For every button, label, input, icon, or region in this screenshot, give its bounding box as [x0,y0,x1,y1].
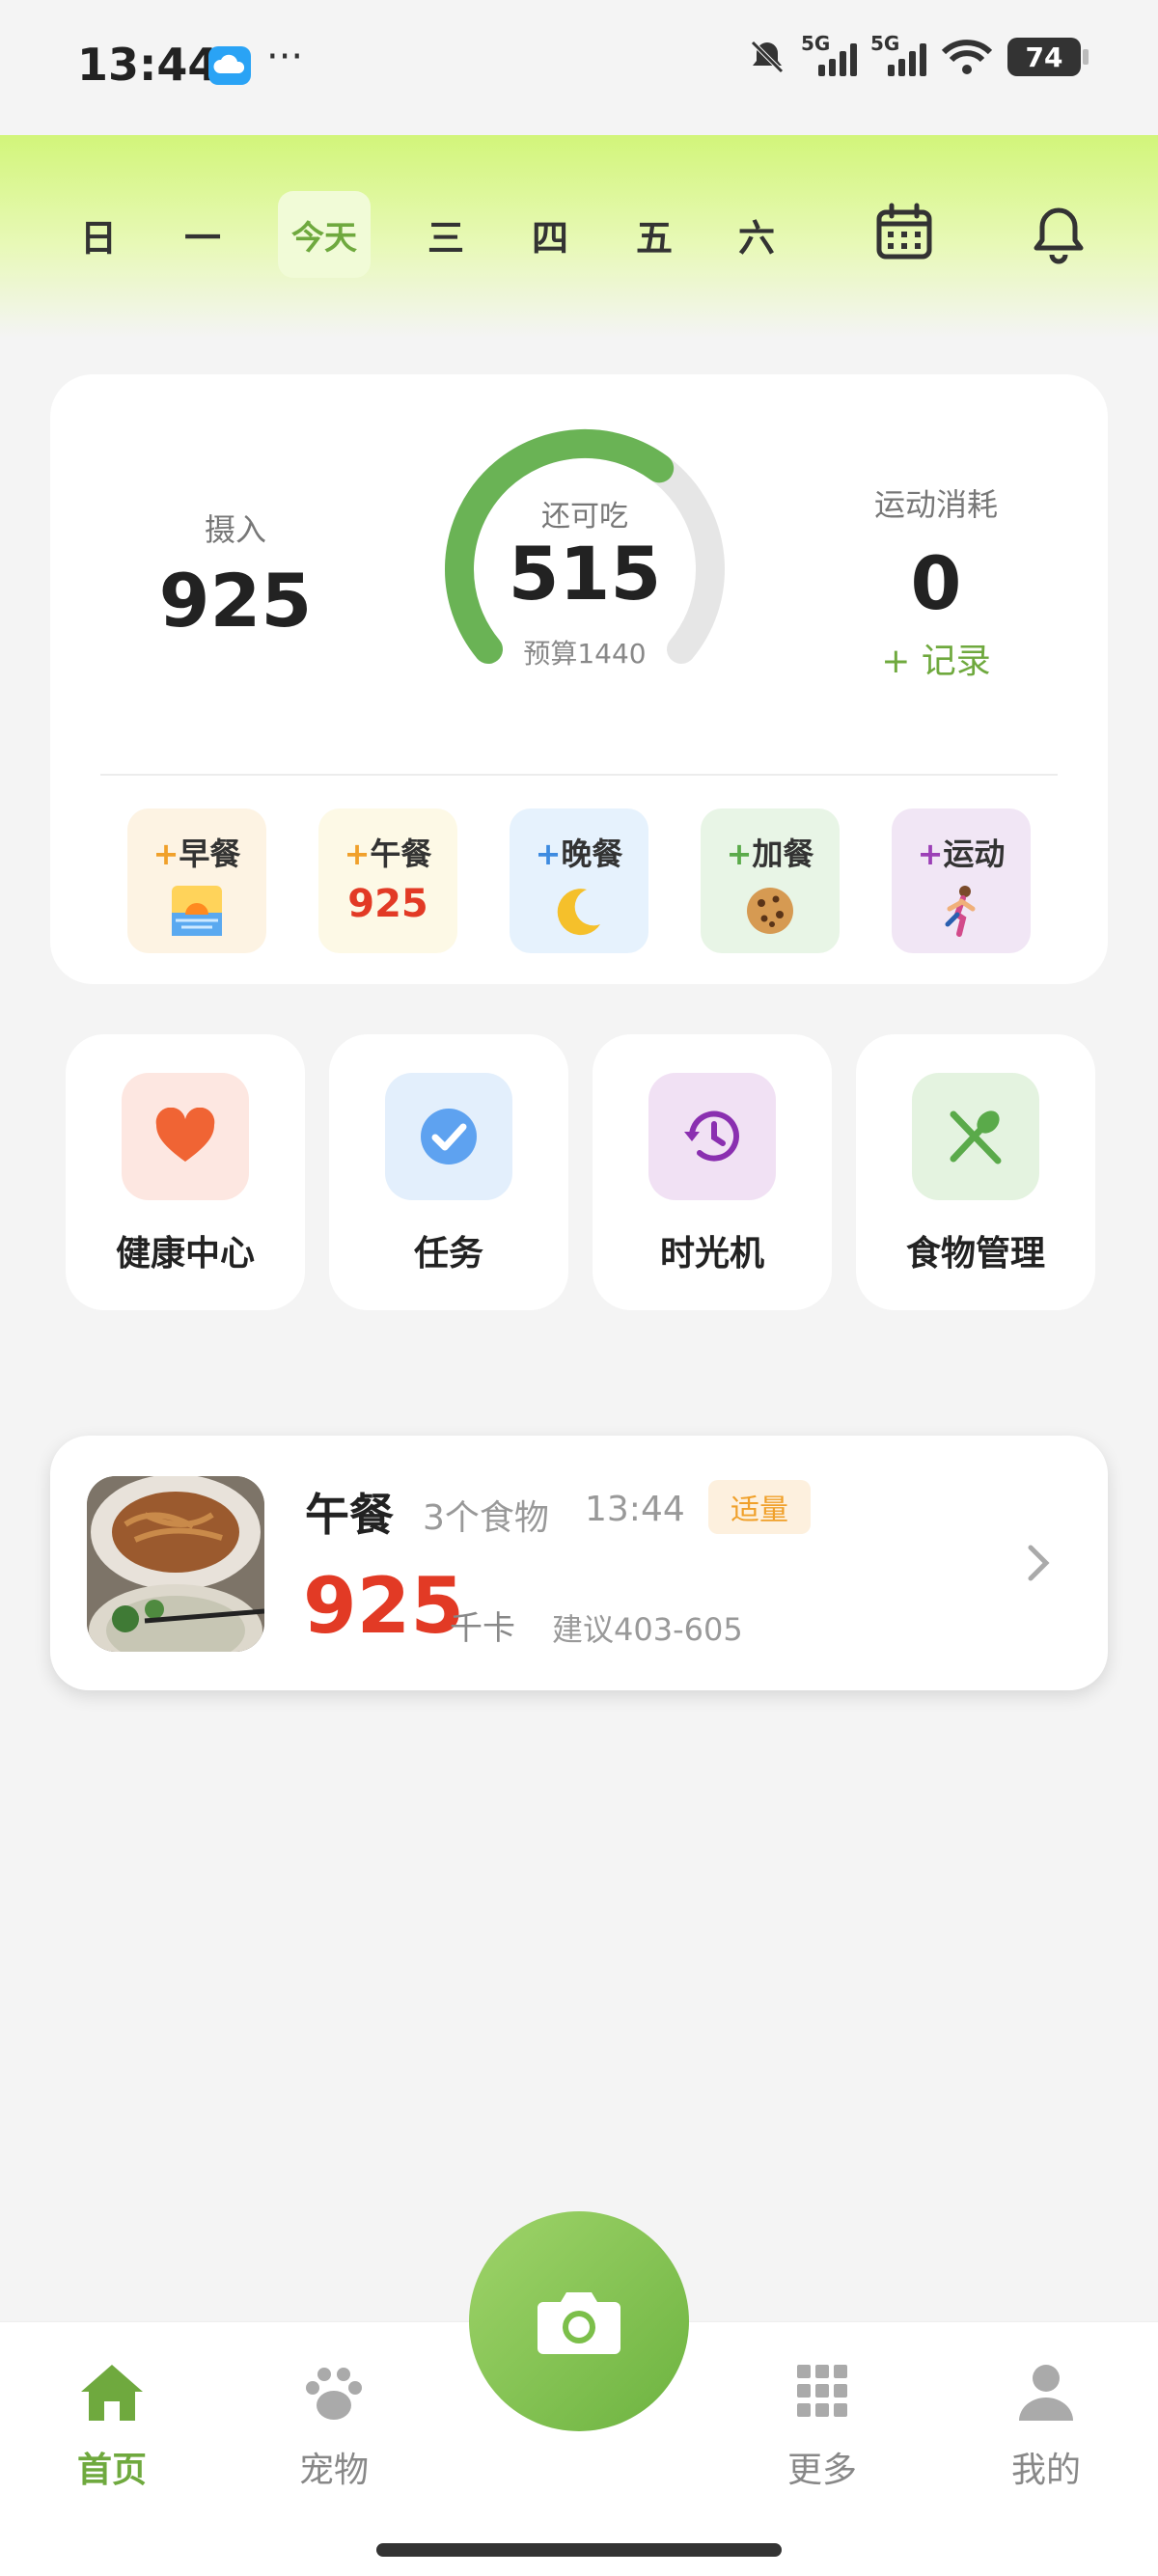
grid-icon [797,2365,847,2417]
meal-breakfast-button[interactable]: +早餐 [127,808,266,953]
lunch-kcal: 925 [347,882,428,926]
check-circle-icon [385,1073,512,1200]
exercise-label: 运动消耗 [873,486,998,523]
meal-card-time: 13:44 [585,1490,685,1529]
fork-spoon-icon [912,1073,1039,1200]
day-sat[interactable]: 六 [710,191,803,278]
tile-label: 时光机 [659,1234,764,1274]
meal-card-title: 午餐 [305,1489,394,1541]
exercise-value: 0 [910,540,962,626]
day-thu[interactable]: 四 [504,191,596,278]
calendar-icon[interactable] [874,203,934,262]
tile-label: 任务 [413,1234,483,1274]
record-exercise-link[interactable]: + 记录 [801,633,1071,683]
network-type-2: 5G [870,32,900,55]
day-fri[interactable]: 五 [608,191,701,278]
heart-icon [122,1073,249,1200]
day-wed[interactable]: 三 [400,191,492,278]
tile-label: 食物管理 [905,1234,1045,1274]
status-bar: 13:44 ··· 5G 5G 74 [0,0,1158,135]
health-center-tile[interactable]: 健康中心 [66,1034,305,1310]
budget-text: 预算1440 [523,638,647,670]
tile-label: 健康中心 [115,1234,255,1274]
meal-lunch-button[interactable]: +午餐 925 [318,808,457,953]
paw-icon [306,2368,362,2420]
nav-label: 宠物 [298,2451,369,2490]
wifi-icon [941,40,993,74]
home-icon [81,2365,143,2421]
camera-icon [538,2292,620,2354]
status-indicators: 5G 5G 74 [747,32,1089,77]
status-time: 13:44 [77,39,219,91]
meal-label: +运动 [917,836,1006,872]
meal-exercise-button[interactable]: +运动 [892,808,1031,953]
meal-label: +早餐 [152,836,241,872]
intake-value: 925 [158,558,313,644]
nav-home[interactable]: 首页 [44,2361,179,2492]
time-machine-tile[interactable]: 时光机 [593,1034,832,1310]
remaining-label: 还可吃 [541,500,628,534]
nav-pets[interactable]: 宠物 [266,2361,401,2492]
meal-label: +晚餐 [535,836,623,872]
signal-2-icon: 5G [870,32,926,76]
camera-button[interactable] [469,2211,689,2431]
nav-profile[interactable]: 我的 [979,2361,1114,2492]
meal-dinner-button[interactable]: +晚餐 [510,808,648,953]
person-icon [1019,2365,1073,2421]
crescent-moon-icon [557,889,600,936]
day-today[interactable]: 今天 [278,191,371,278]
runner-icon [945,886,976,937]
more-notifications-icon: ··· [266,35,304,79]
network-type-1: 5G [801,32,831,55]
sunrise-icon [172,886,222,936]
mute-icon [751,41,784,73]
meal-label: +加餐 [726,836,814,872]
week-selector: 日 一 今天 三 四 五 六 [0,135,1158,338]
signal-1-icon: 5G [801,32,857,76]
home-indicator [376,2543,782,2557]
cloud-app-icon [208,46,251,85]
history-icon [648,1073,776,1200]
nav-label: 首页 [76,2451,147,2490]
tasks-tile[interactable]: 任务 [329,1034,568,1310]
nav-label: 我的 [1010,2451,1081,2490]
food-management-tile[interactable]: 食物管理 [856,1034,1095,1310]
portion-badge: 适量 [708,1480,811,1534]
meal-photo [87,1476,264,1652]
nav-more[interactable]: 更多 [755,2361,890,2492]
cookie-icon [747,888,793,934]
battery-icon: 74 [1007,38,1089,76]
calorie-summary-card: 摄入 925 还可吃 515 预算1440 运动消耗 0 + 记录 +早餐 +午… [50,374,1108,984]
lunch-record-card[interactable]: 午餐 3个食物 13:44 适量 925 千卡 建议403-605 [50,1436,1108,1690]
day-sun[interactable]: 日 [52,191,145,278]
nav-label: 更多 [786,2451,857,2490]
intake-label: 摄入 [204,511,266,548]
meal-card-suggestion: 建议403-605 [552,1611,743,1648]
divider [100,774,1058,776]
meal-card-kcal: 925 [303,1561,464,1651]
remaining-value: 515 [508,531,662,617]
meal-snack-button[interactable]: +加餐 [701,808,840,953]
meal-card-unit: 千卡 [450,1609,515,1648]
bell-icon[interactable] [1029,205,1089,264]
chevron-right-icon [1028,1545,1050,1581]
meal-label: +午餐 [344,836,432,872]
meal-card-food-count: 3个食物 [423,1498,549,1538]
day-mon[interactable]: 一 [156,191,249,278]
